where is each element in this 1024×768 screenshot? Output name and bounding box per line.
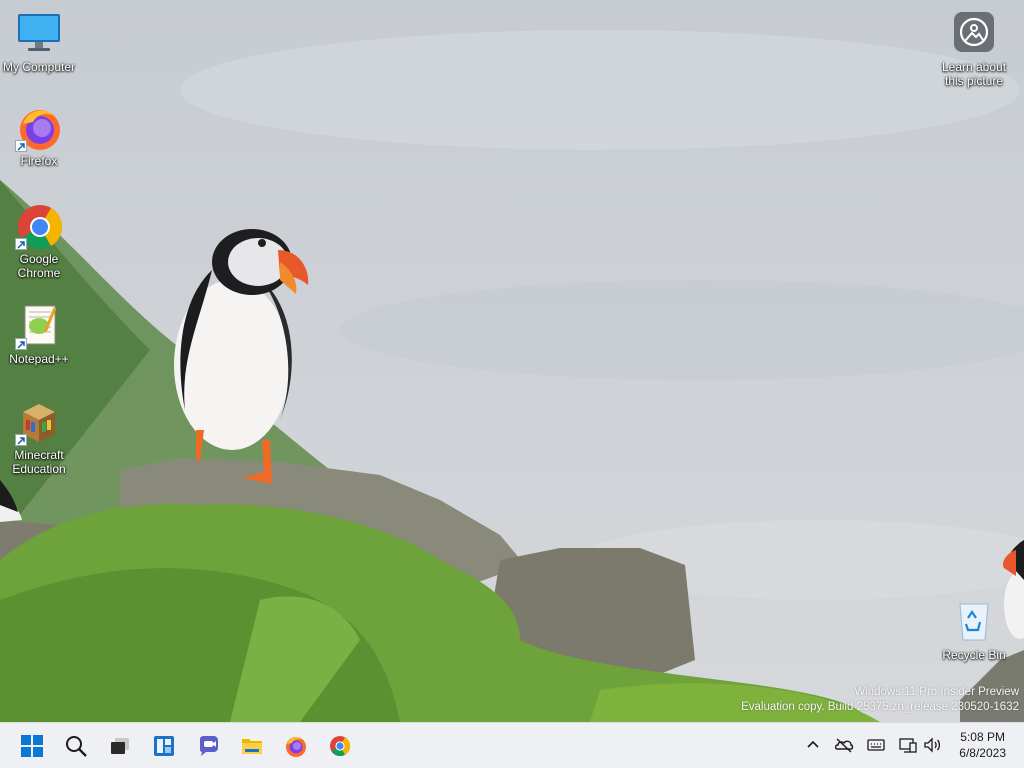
- file-explorer-button[interactable]: [234, 728, 270, 764]
- network-icon[interactable]: [898, 735, 918, 755]
- chevron-up-icon[interactable]: [803, 735, 823, 755]
- recycle-bin-icon: [950, 598, 998, 646]
- firefox-taskbar-button[interactable]: [278, 728, 314, 764]
- firefox-icon: [15, 104, 63, 152]
- notepad-plus-plus-icon: [15, 302, 63, 350]
- desktop-icon-label: Learn about this picture: [941, 60, 1007, 88]
- chrome-icon: [15, 202, 63, 250]
- task-view-icon: [111, 738, 129, 754]
- task-view-button[interactable]: [102, 728, 138, 764]
- firefox-icon: [286, 737, 306, 757]
- watermark-line-1: Windows 11 Pro Insider Preview: [854, 686, 1019, 698]
- start-button[interactable]: [14, 728, 50, 764]
- clock-date: 6/8/2023: [959, 746, 1006, 760]
- desktop-icon-recycle-bin[interactable]: Recycle Bin: [936, 598, 1012, 662]
- search-icon: [66, 736, 87, 757]
- chat-icon: [200, 736, 218, 756]
- desktop-icon-learn-about-picture[interactable]: Learn about this picture: [936, 10, 1012, 88]
- shortcut-arrow-icon: [15, 434, 27, 446]
- widgets-icon: [154, 736, 174, 756]
- learn-picture-icon: [950, 10, 998, 58]
- volume-icon[interactable]: [922, 735, 942, 755]
- keyboard-icon[interactable]: [866, 735, 886, 755]
- shortcut-arrow-icon: [15, 238, 27, 250]
- desktop-icon-my-computer[interactable]: My Computer: [1, 10, 77, 74]
- taskbar: 5:08 PM 6/8/2023: [0, 722, 1024, 768]
- shortcut-arrow-icon: [15, 338, 27, 350]
- desktop-icon-notepad-plus-plus[interactable]: Notepad++: [1, 302, 77, 366]
- desktop-icon-label: Notepad++: [9, 352, 69, 366]
- widgets-button[interactable]: [146, 728, 182, 764]
- watermark-line-2: Evaluation copy. Build 25375.zn_release.…: [741, 701, 1019, 713]
- shortcut-arrow-icon: [15, 140, 27, 152]
- monitor-icon: [15, 10, 63, 58]
- puffin-wallpaper-image: [0, 30, 1024, 722]
- taskbar-clock[interactable]: 5:08 PM 6/8/2023: [959, 729, 1006, 761]
- desktop-icon-label: Minecraft Education: [12, 448, 66, 476]
- desktop-icon-label: Firefox: [20, 154, 58, 168]
- desktop-icon-firefox[interactable]: Firefox: [1, 104, 77, 168]
- desktop-wallpaper: [0, 0, 1024, 722]
- desktop-icon-label: My Computer: [2, 60, 76, 74]
- chrome-icon: [330, 736, 351, 757]
- desktop-icon-google-chrome[interactable]: Google Chrome: [1, 202, 77, 280]
- desktop-icon-label: Recycle Bin: [942, 648, 1006, 662]
- minecraft-education-icon: [15, 398, 63, 446]
- windows-evaluation-watermark: Windows 11 Pro Insider Preview Evaluatio…: [741, 685, 1019, 715]
- windows-logo-icon: [21, 735, 43, 757]
- desktop-icon-minecraft-education[interactable]: Minecraft Education: [1, 398, 77, 476]
- chat-button[interactable]: [190, 728, 226, 764]
- search-button[interactable]: [58, 728, 94, 764]
- clock-time: 5:08 PM: [960, 730, 1005, 744]
- desktop-icon-label: Google Chrome: [17, 252, 61, 280]
- folder-icon: [242, 739, 262, 754]
- onedrive-offline-icon[interactable]: [834, 735, 854, 755]
- chrome-taskbar-button[interactable]: [322, 728, 358, 764]
